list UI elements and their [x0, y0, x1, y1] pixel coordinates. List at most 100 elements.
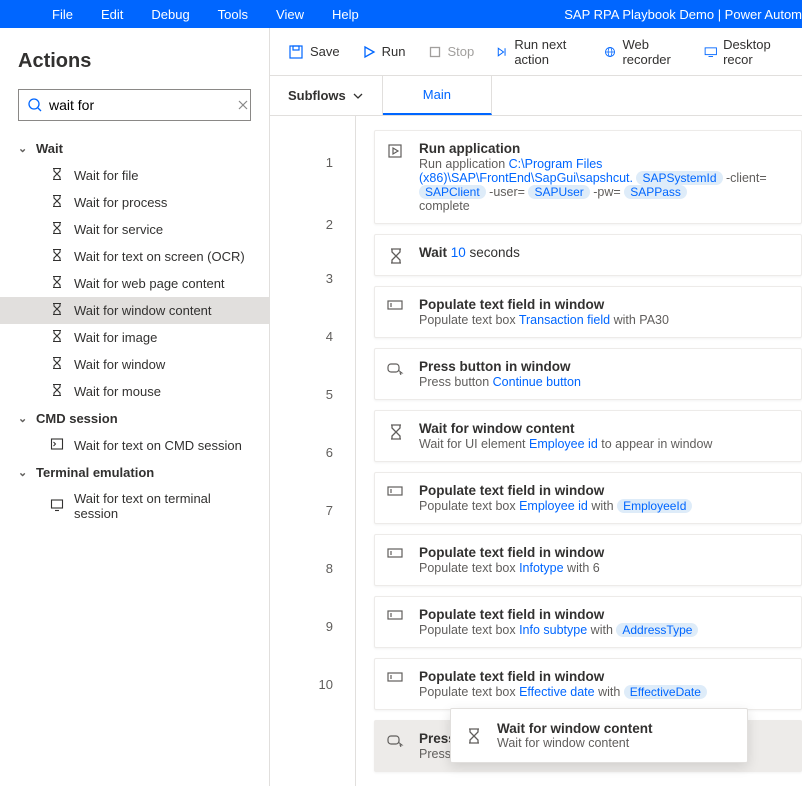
line-number: 1: [270, 130, 355, 205]
textfield-icon: [387, 609, 405, 627]
flow-step[interactable]: Wait for window contentWait for UI eleme…: [374, 410, 802, 462]
subflows-dropdown[interactable]: Subflows: [270, 76, 383, 115]
textfield-icon: [387, 671, 405, 689]
step-title: Wait for window content: [419, 421, 789, 436]
tree-item-label: Wait for window content: [74, 303, 212, 318]
run-icon: [362, 45, 376, 59]
tree-item[interactable]: Wait for text on screen (OCR): [0, 243, 269, 270]
tree-item-label: Wait for service: [74, 222, 163, 237]
flow-step[interactable]: Populate text field in windowPopulate te…: [374, 534, 802, 586]
tree-group-label: Wait: [36, 141, 63, 156]
menu-edit[interactable]: Edit: [87, 7, 137, 22]
desktop-recorder-icon: [704, 45, 718, 59]
save-label: Save: [310, 44, 340, 59]
tree-item[interactable]: Wait for text on CMD session: [0, 432, 269, 459]
tree-item[interactable]: Wait for file: [0, 162, 269, 189]
menu-debug[interactable]: Debug: [137, 7, 203, 22]
step-title: Press button in window: [419, 359, 789, 374]
chevron-down-icon: [352, 90, 364, 102]
tree-item[interactable]: Wait for image: [0, 324, 269, 351]
flow-step[interactable]: Populate text field in windowPopulate te…: [374, 596, 802, 648]
line-number: 3: [270, 255, 355, 313]
tree-item[interactable]: Wait for window content: [0, 297, 269, 324]
step-title: Populate text field in window: [419, 297, 789, 312]
save-button[interactable]: Save: [280, 39, 348, 65]
subflows-label: Subflows: [288, 88, 346, 103]
tree-item-label: Wait for process: [74, 195, 167, 210]
button-icon: [387, 361, 405, 379]
hourglass-icon: [50, 498, 64, 515]
flow-step[interactable]: Press button in windowPress button Conti…: [374, 348, 802, 400]
tree-item-label: Wait for text on screen (OCR): [74, 249, 245, 264]
hourglass-icon: [50, 329, 64, 346]
hourglass-icon: [387, 247, 405, 265]
tree-group-label: Terminal emulation: [36, 465, 154, 480]
line-number: 8: [270, 545, 355, 603]
tree-item-label: Wait for window: [74, 357, 165, 372]
tree-group[interactable]: ⌄Wait: [0, 135, 269, 162]
flow-step[interactable]: Wait 10 seconds: [374, 234, 802, 276]
run-next-icon: [496, 45, 508, 59]
step-subtitle: Press button Continue button: [419, 375, 789, 389]
search-icon: [27, 97, 43, 113]
web-recorder-icon: [604, 44, 616, 60]
menu-file[interactable]: File: [38, 7, 87, 22]
chevron-down-icon: ⌄: [18, 466, 28, 479]
flow-step[interactable]: Populate text field in windowPopulate te…: [374, 658, 802, 710]
tree-item[interactable]: Wait for web page content: [0, 270, 269, 297]
hourglass-icon: [50, 275, 64, 292]
tree-item[interactable]: Wait for window: [0, 351, 269, 378]
line-number: 4: [270, 313, 355, 371]
hourglass-icon: [50, 167, 64, 184]
app-menubar: FileEditDebugToolsViewHelp SAP RPA Playb…: [0, 0, 802, 28]
clear-icon[interactable]: [236, 98, 250, 112]
flow-step[interactable]: Run applicationRun application C:\Progra…: [374, 130, 802, 224]
save-icon: [288, 44, 304, 60]
drag-preview-card[interactable]: Wait for window content Wait for window …: [450, 708, 748, 763]
run-button[interactable]: Run: [354, 39, 414, 64]
tree-item[interactable]: Wait for process: [0, 189, 269, 216]
step-title: Wait 10 seconds: [419, 245, 789, 260]
toolbar: Save Run Stop Run next action Web record…: [270, 28, 802, 76]
flow-step[interactable]: Populate text field in windowPopulate te…: [374, 472, 802, 524]
tree-group[interactable]: ⌄CMD session: [0, 405, 269, 432]
hourglass-icon: [387, 423, 405, 441]
menu-view[interactable]: View: [262, 7, 318, 22]
textfield-icon: [387, 547, 405, 565]
menu-help[interactable]: Help: [318, 7, 373, 22]
line-number: 6: [270, 429, 355, 487]
tree-item-label: Wait for text on terminal session: [74, 491, 251, 521]
hourglass-icon: [50, 437, 64, 454]
tree-item[interactable]: Wait for service: [0, 216, 269, 243]
tree-item[interactable]: Wait for mouse: [0, 378, 269, 405]
run-next-button[interactable]: Run next action: [488, 32, 590, 72]
hourglass-icon: [50, 194, 64, 211]
hourglass-icon: [465, 727, 483, 745]
hourglass-icon: [50, 248, 64, 265]
menu-tools[interactable]: Tools: [204, 7, 262, 22]
search-input[interactable]: [43, 97, 236, 113]
chevron-down-icon: ⌄: [18, 412, 28, 425]
textfield-icon: [387, 299, 405, 317]
tree-group[interactable]: ⌄ Terminal emulation: [0, 459, 269, 486]
step-title: Run application: [419, 141, 789, 156]
actions-sidebar: Actions ⌄WaitWait for fileWait for proce…: [0, 28, 270, 786]
desktop-recorder-button[interactable]: Desktop recor: [696, 32, 792, 72]
web-recorder-label: Web recorder: [622, 37, 681, 67]
run-label: Run: [382, 44, 406, 59]
tree-item-label: Wait for text on CMD session: [74, 438, 242, 453]
step-subtitle: Run application C:\Program Files (x86)\S…: [419, 157, 789, 213]
tab-main[interactable]: Main: [383, 76, 492, 115]
drag-preview-sub: Wait for window content: [497, 736, 652, 750]
flow-step[interactable]: Populate text field in windowPopulate te…: [374, 286, 802, 338]
tree-item-label: Wait for mouse: [74, 384, 161, 399]
step-subtitle: Populate text box Info subtype with Addr…: [419, 623, 789, 637]
tree-item[interactable]: Wait for text on terminal session: [0, 486, 269, 526]
stop-button[interactable]: Stop: [420, 39, 483, 64]
tab-main-label: Main: [423, 87, 451, 102]
search-field-wrapper[interactable]: [18, 89, 251, 121]
hourglass-icon: [50, 356, 64, 373]
web-recorder-button[interactable]: Web recorder: [596, 32, 689, 72]
stop-icon: [428, 45, 442, 59]
flow-area: 12345678910 Run applicationRun applicati…: [270, 116, 802, 786]
